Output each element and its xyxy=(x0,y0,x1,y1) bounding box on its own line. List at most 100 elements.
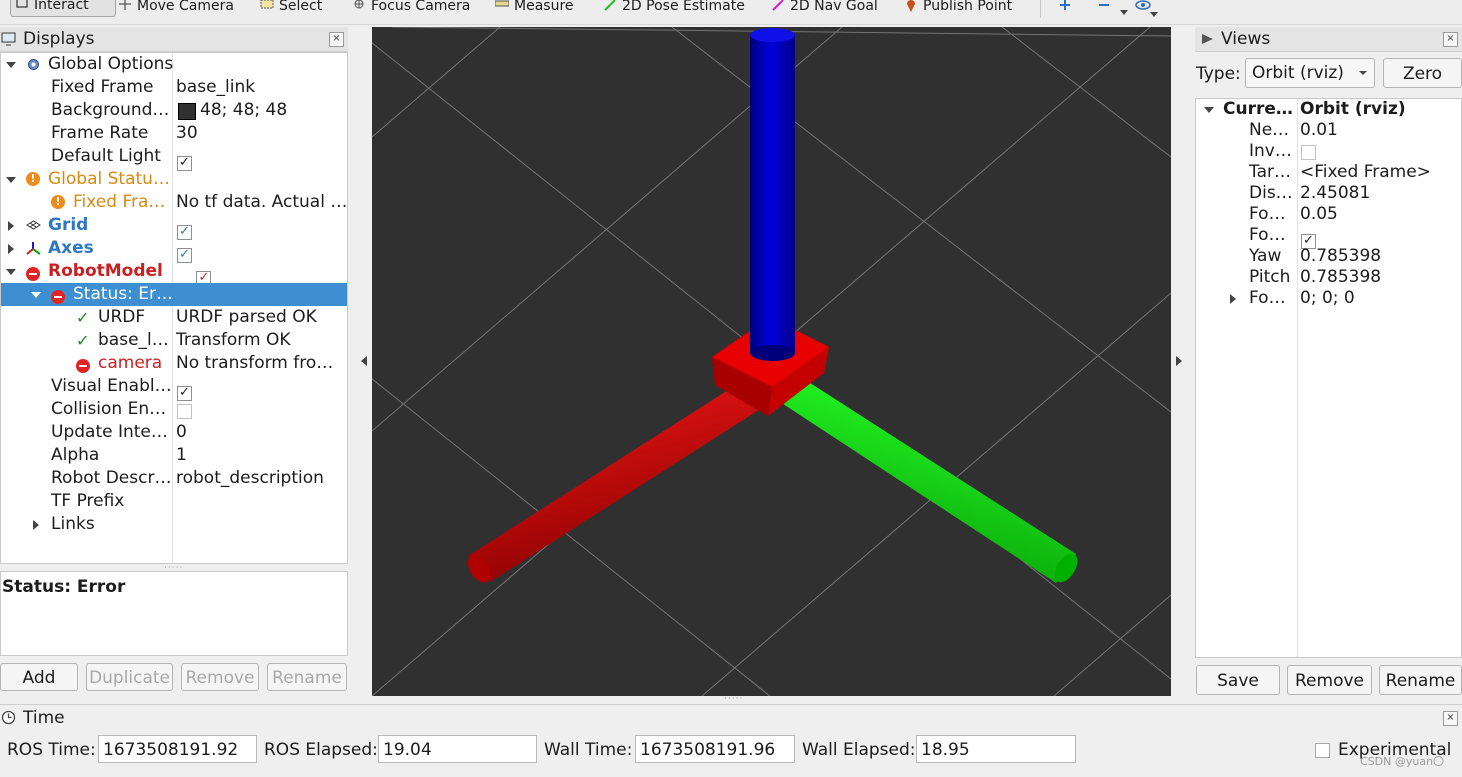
tree-row-axes[interactable]: Axes ✓ xyxy=(1,237,347,263)
eye-icon[interactable] xyxy=(1135,0,1151,10)
experimental-checkbox[interactable] xyxy=(1315,743,1330,758)
3d-render-viewport[interactable] xyxy=(372,27,1171,696)
pose-estimate-tool-button[interactable]: 2D Pose Estimate xyxy=(603,0,745,18)
add-button[interactable]: Add xyxy=(0,663,78,691)
tree-row-visual-enabled[interactable]: Visual Enabl… ✓ xyxy=(1,375,347,401)
duplicate-button[interactable]: Duplicate xyxy=(86,663,173,691)
add-tool-icon[interactable] xyxy=(1058,0,1072,10)
tree-row-background-color[interactable]: Background… 48; 48; 48 xyxy=(1,99,347,122)
view-type-select[interactable]: Orbit (rviz) xyxy=(1245,58,1375,88)
view-row-value[interactable]: 0.01 xyxy=(1300,120,1338,141)
expand-arrow-icon[interactable] xyxy=(6,177,16,183)
rename-display-button[interactable]: Rename xyxy=(267,663,347,691)
invert-checkbox[interactable] xyxy=(1301,145,1316,160)
splitter-handle[interactable]: ····· xyxy=(724,694,743,704)
ros-time-field[interactable]: 1673508191.92 xyxy=(98,735,257,763)
view-row-value[interactable]: <Fixed Frame> xyxy=(1300,162,1431,183)
focus-camera-tool-button[interactable]: Focus Camera xyxy=(352,0,470,18)
interact-tool-button[interactable]: Interact xyxy=(10,0,116,17)
status-message: URDF parsed OK xyxy=(176,307,317,327)
update-interval-value[interactable]: 0 xyxy=(176,421,187,444)
tree-row-frame-rate[interactable]: Frame Rate 30 xyxy=(1,122,347,145)
view-row-current[interactable]: Curre… Orbit (rviz) xyxy=(1196,99,1461,120)
expand-arrow-icon[interactable] xyxy=(6,269,16,275)
view-row-pitch[interactable]: Pitch 0.785398 xyxy=(1196,267,1461,288)
tree-row-global-options[interactable]: Global Options xyxy=(1,53,347,76)
nav-goal-tool-button[interactable]: 2D Nav Goal xyxy=(771,0,878,18)
view-row-invert[interactable]: Inv… xyxy=(1196,141,1461,162)
pose-estimate-tool-label: 2D Pose Estimate xyxy=(622,0,745,14)
rename-view-button[interactable]: Rename xyxy=(1379,665,1462,695)
view-row-value[interactable]: 0; 0; 0 xyxy=(1300,288,1355,309)
chevron-down-icon xyxy=(1359,71,1367,75)
view-row-yaw[interactable]: Yaw 0.785398 xyxy=(1196,246,1461,267)
view-row-focal-shape-fixed[interactable]: Fo… ✓ xyxy=(1196,225,1461,249)
tree-row-fixed-frame[interactable]: Fixed Frame base_link xyxy=(1,76,347,99)
expand-arrow-icon[interactable] xyxy=(8,221,14,231)
view-type-label: Type: xyxy=(1196,64,1241,84)
tree-row-urdf[interactable]: ✓ URDF URDF parsed OK xyxy=(1,306,347,329)
tree-row-fixed-frame-status[interactable]: ! Fixed Fra… No tf data. Actual … xyxy=(1,191,347,214)
view-row-focal-shape-size[interactable]: Fo… 0.05 xyxy=(1196,204,1461,225)
save-view-button[interactable]: Save xyxy=(1196,665,1280,695)
tree-row-update-interval[interactable]: Update Inte… 0 xyxy=(1,421,347,444)
tree-row-robot-model[interactable]: RobotModel ✓ xyxy=(1,260,347,286)
tree-row-status-error[interactable]: Status: Er… xyxy=(1,283,347,306)
collapse-left-icon[interactable] xyxy=(360,356,368,366)
wall-elapsed-field[interactable]: 18.95 xyxy=(916,735,1076,763)
background-color-value[interactable]: 48; 48; 48 xyxy=(200,99,287,122)
error-icon xyxy=(76,359,90,373)
collapse-right-icon[interactable] xyxy=(1175,356,1183,366)
close-icon[interactable]: × xyxy=(329,32,344,47)
chevron-down-icon[interactable] xyxy=(1120,10,1128,16)
tree-row-grid[interactable]: Grid ✓ xyxy=(1,214,347,240)
tree-row-robot-description[interactable]: Robot Descr… robot_description xyxy=(1,467,347,490)
view-row-near-clip[interactable]: Ne… 0.01 xyxy=(1196,120,1461,141)
tree-row-base-link[interactable]: ✓ base_l… Transform OK xyxy=(1,329,347,352)
collision-enabled-checkbox[interactable] xyxy=(177,404,192,419)
alpha-value[interactable]: 1 xyxy=(176,444,187,467)
expand-arrow-icon[interactable] xyxy=(1204,107,1214,113)
view-row-value[interactable]: 0.785398 xyxy=(1300,267,1381,288)
fixed-frame-value[interactable]: base_link xyxy=(176,76,255,99)
frame-rate-value[interactable]: 30 xyxy=(176,122,198,145)
tree-row-camera[interactable]: camera No transform fro… xyxy=(1,352,347,375)
expand-arrow-icon[interactable] xyxy=(1230,294,1236,304)
tree-label: camera xyxy=(98,353,163,373)
remove-display-button[interactable]: Remove xyxy=(181,663,259,691)
publish-point-tool-button[interactable]: Publish Point xyxy=(904,0,1012,18)
status-description-panel: Status: Error xyxy=(0,571,348,656)
view-row-value[interactable]: 0.05 xyxy=(1300,204,1338,225)
select-tool-button[interactable]: Select xyxy=(260,0,322,18)
expand-arrow-icon[interactable] xyxy=(33,520,39,530)
expand-arrow-icon[interactable] xyxy=(31,292,41,298)
view-row-target-frame[interactable]: Tar… <Fixed Frame> xyxy=(1196,162,1461,183)
view-row-distance[interactable]: Dis… 2.45081 xyxy=(1196,183,1461,204)
expand-arrow-icon[interactable] xyxy=(6,62,16,68)
close-icon[interactable]: × xyxy=(1443,32,1458,47)
view-row-focal-point[interactable]: Fo… 0; 0; 0 xyxy=(1196,288,1461,309)
tree-row-links[interactable]: Links xyxy=(1,513,347,536)
robot-description-value[interactable]: robot_description xyxy=(176,467,324,490)
tree-row-collision-enabled[interactable]: Collision En… xyxy=(1,398,347,421)
tree-row-alpha[interactable]: Alpha 1 xyxy=(1,444,347,467)
remove-view-button[interactable]: Remove xyxy=(1287,665,1372,695)
color-swatch[interactable] xyxy=(178,103,196,120)
view-type-value: Orbit (rviz) xyxy=(1252,63,1344,83)
wall-time-field[interactable]: 1673508191.96 xyxy=(635,735,795,763)
expand-arrow-icon[interactable] xyxy=(8,244,14,254)
ros-elapsed-field[interactable]: 19.04 xyxy=(378,735,537,763)
view-row-value[interactable]: 2.45081 xyxy=(1300,183,1370,204)
measure-tool-button[interactable]: Measure xyxy=(495,0,574,18)
tree-row-default-light[interactable]: Default Light ✓ xyxy=(1,145,347,171)
remove-tool-icon[interactable] xyxy=(1097,0,1111,10)
view-row-value[interactable]: 0.785398 xyxy=(1300,246,1381,267)
status-description-text: Status: Error xyxy=(2,577,126,597)
zero-button[interactable]: Zero xyxy=(1383,58,1462,88)
chevron-down-icon[interactable] xyxy=(1150,12,1158,18)
tree-row-global-status[interactable]: ! Global Statu… xyxy=(1,168,347,191)
tree-row-tf-prefix[interactable]: TF Prefix xyxy=(1,490,347,513)
move-camera-tool-button[interactable]: Move Camera xyxy=(118,0,234,18)
scene-canvas[interactable] xyxy=(372,27,1171,696)
close-icon[interactable]: × xyxy=(1443,711,1458,726)
